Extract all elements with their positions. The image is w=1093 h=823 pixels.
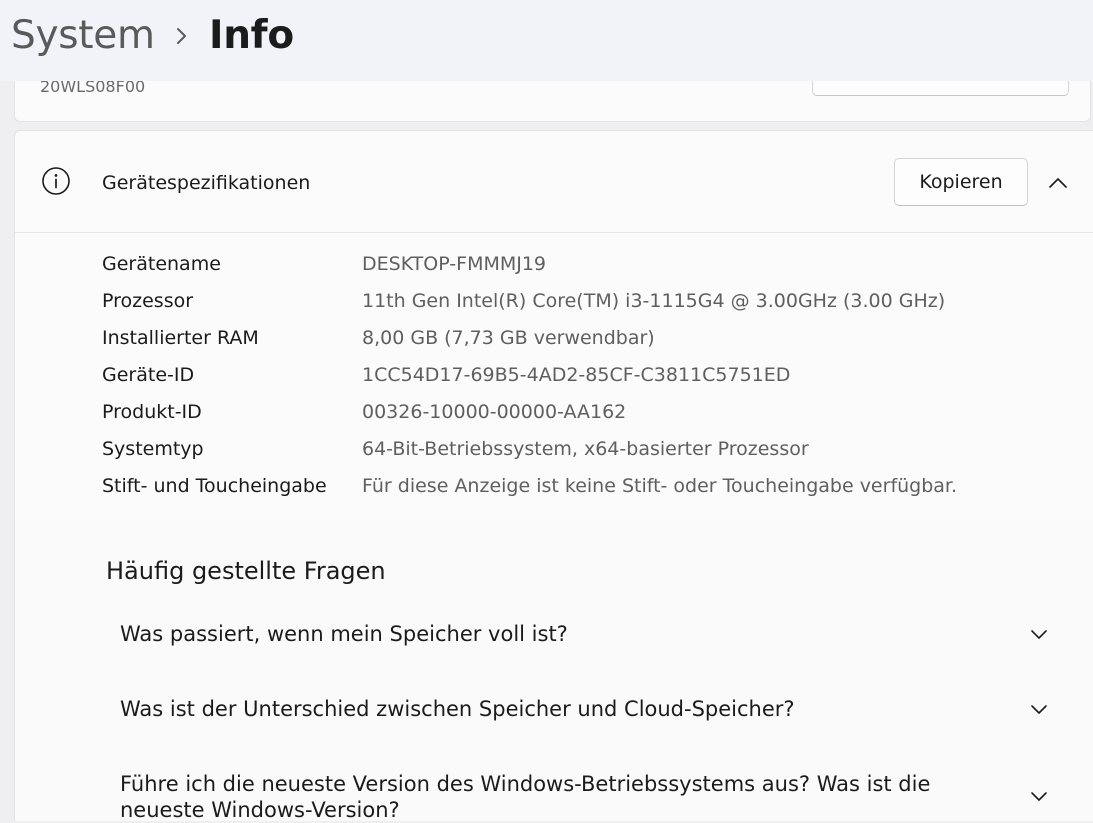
spec-row-product-id: Produkt-ID 00326-10000-00000-AA162 — [102, 394, 1082, 431]
faq-question: Was passiert, wenn mein Speicher voll is… — [120, 622, 568, 646]
device-specifications-title: Gerätespezifikationen — [102, 172, 311, 194]
faq-question: Was ist der Unterschied zwischen Speiche… — [120, 697, 795, 721]
spec-value: 8,00 GB (7,73 GB verwendbar) — [362, 327, 655, 349]
spec-value: 00326-10000-00000-AA162 — [362, 401, 627, 423]
spec-row-system-type: Systemtyp 64-Bit-Betriebssystem, x64-bas… — [102, 431, 1082, 468]
page-header: System Info — [0, 0, 1093, 81]
chevron-right-icon — [168, 18, 196, 54]
spec-label: Stift- und Toucheingabe — [102, 475, 327, 497]
device-specifications-header[interactable]: Gerätespezifikationen Kopieren — [15, 131, 1093, 233]
breadcrumb-system[interactable]: System — [11, 11, 155, 61]
faq-item[interactable]: Was ist der Unterschied zwischen Speiche… — [120, 696, 1050, 740]
page-title: Info — [209, 13, 294, 58]
device-specifications-card: Gerätespezifikationen Kopieren Gerätenam… — [14, 130, 1093, 522]
spec-label: Installierter RAM — [102, 327, 259, 349]
spec-label: Gerätename — [102, 253, 221, 275]
spec-value: DESKTOP-FMMMJ19 — [362, 253, 547, 275]
spec-value: Für diese Anzeige ist keine Stift- oder … — [362, 475, 958, 497]
chevron-down-icon[interactable] — [1028, 785, 1050, 807]
spec-label: Geräte-ID — [102, 364, 195, 386]
spec-label: Systemtyp — [102, 438, 204, 460]
spec-row-processor: Prozessor 11th Gen Intel(R) Core(TM) i3-… — [102, 283, 1082, 320]
copy-button[interactable]: Kopieren — [894, 158, 1028, 206]
faq-item[interactable]: Führe ich die neueste Version des Window… — [120, 771, 1050, 822]
spec-label: Produkt-ID — [102, 401, 202, 423]
spec-value: 1CC54D17-69B5-4AD2-85CF-C3811C5751ED — [362, 364, 791, 386]
faq-title: Häufig gestellte Fragen — [106, 557, 386, 585]
spec-row-device-id: Geräte-ID 1CC54D17-69B5-4AD2-85CF-C3811C… — [102, 357, 1082, 394]
spec-value: 11th Gen Intel(R) Core(TM) i3-1115G4 @ 3… — [362, 290, 946, 312]
faq-section: Häufig gestellte Fragen Was passiert, we… — [14, 521, 1093, 822]
faq-question: Führe ich die neueste Version des Window… — [120, 772, 931, 822]
chevron-up-icon[interactable] — [1043, 169, 1073, 197]
spec-value: 64-Bit-Betriebssystem, x64-basierter Pro… — [362, 438, 809, 460]
spec-row-pen-touch: Stift- und Toucheingabe Für diese Anzeig… — [102, 468, 1082, 505]
spec-row-ram: Installierter RAM 8,00 GB (7,73 GB verwe… — [102, 320, 1082, 357]
spec-label: Prozessor — [102, 290, 194, 312]
chevron-down-icon[interactable] — [1028, 623, 1050, 645]
faq-item[interactable]: Was passiert, wenn mein Speicher voll is… — [120, 621, 1050, 665]
spec-row-device-name: Gerätename DESKTOP-FMMMJ19 — [102, 246, 1082, 283]
info-icon — [41, 166, 71, 196]
chevron-down-icon[interactable] — [1028, 698, 1050, 720]
